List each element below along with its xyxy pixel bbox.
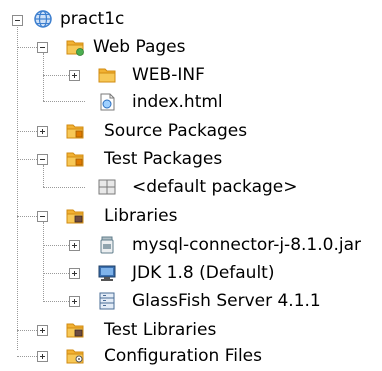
tree-node-test-packages[interactable]: Test Packages	[0, 146, 382, 174]
web-globe-icon	[34, 10, 52, 28]
test-libraries-icon	[66, 323, 84, 338]
tree-node-jdk[interactable]: JDK 1.8 (Default)	[0, 260, 382, 288]
test-packages-icon	[66, 152, 84, 167]
source-packages-icon	[66, 124, 84, 139]
tree-node-index-html[interactable]: index.html	[0, 89, 382, 117]
tree-node-label: Configuration Files	[104, 346, 262, 366]
tree-node-label: Web Pages	[93, 37, 186, 57]
expand-toggle[interactable]	[37, 325, 48, 336]
tree-node-label: mysql-connector-j-8.1.0.jar	[132, 235, 361, 255]
expand-toggle[interactable]	[69, 268, 80, 279]
tree-node-pract1c[interactable]: pract1c	[0, 5, 382, 33]
tree-node-default-package[interactable]: <default package>	[0, 174, 382, 202]
expand-toggle[interactable]	[69, 240, 80, 251]
tree-node-mysql-connector-jar[interactable]: mysql-connector-j-8.1.0.jar	[0, 232, 382, 260]
configuration-files-icon	[66, 349, 84, 364]
folder-icon	[98, 68, 116, 83]
tree-node-configuration-files[interactable]: Configuration Files	[0, 343, 382, 371]
tree-node-label: <default package>	[132, 177, 298, 197]
tree-node-web-inf[interactable]: WEB-INF	[0, 62, 382, 90]
tree-node-label: Test Libraries	[104, 320, 217, 340]
tree-node-label: Test Packages	[104, 149, 223, 169]
web-pages-folder-icon	[66, 40, 84, 56]
jar-icon	[100, 236, 114, 254]
collapse-toggle[interactable]	[37, 42, 48, 53]
tree-node-label: Source Packages	[104, 121, 248, 141]
collapse-toggle[interactable]	[37, 211, 48, 222]
html-file-icon	[100, 93, 115, 111]
libraries-icon	[66, 209, 84, 224]
collapse-toggle[interactable]	[37, 154, 48, 165]
tree-node-glassfish-server[interactable]: GlassFish Server 4.1.1	[0, 288, 382, 316]
tree-node-label: GlassFish Server 4.1.1	[132, 291, 321, 311]
tree-node-label: pract1c	[60, 9, 125, 29]
server-icon	[99, 292, 115, 310]
tree-node-web-pages[interactable]: Web Pages	[0, 34, 382, 62]
expand-toggle[interactable]	[37, 351, 48, 362]
tree-node-test-libraries[interactable]: Test Libraries	[0, 317, 382, 345]
package-icon	[98, 179, 116, 195]
project-tree: pract1c Web Pages WEB-INF index.html Sou…	[0, 0, 382, 369]
expand-toggle[interactable]	[37, 126, 48, 137]
tree-node-label: index.html	[132, 92, 223, 112]
tree-node-label: WEB-INF	[132, 65, 205, 85]
expand-toggle[interactable]	[69, 296, 80, 307]
jdk-monitor-icon	[98, 265, 116, 281]
tree-node-libraries[interactable]: Libraries	[0, 203, 382, 231]
tree-node-label: JDK 1.8 (Default)	[132, 263, 275, 283]
tree-node-label: Libraries	[104, 206, 178, 226]
tree-node-source-packages[interactable]: Source Packages	[0, 118, 382, 146]
expand-toggle[interactable]	[69, 70, 80, 81]
collapse-toggle[interactable]	[12, 15, 23, 26]
